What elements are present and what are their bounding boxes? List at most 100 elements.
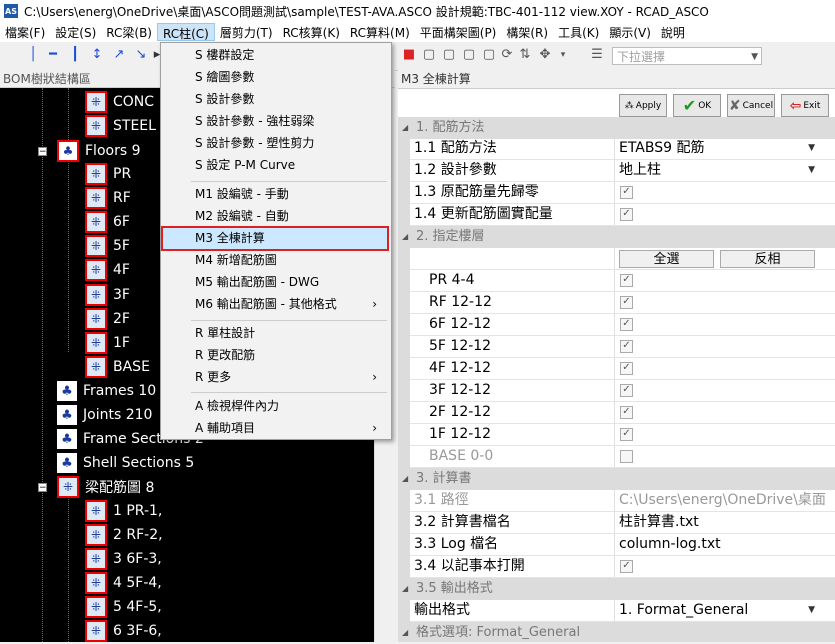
prop-value[interactable]: ETABS9 配筋 ▼ — [616, 138, 835, 159]
vertical-line-icon[interactable]: │ — [26, 48, 40, 62]
tree-node-floor[interactable]: ⁜ BASE — [85, 355, 150, 379]
tree-node-drawing[interactable]: ⁜ 2 RF-2, — [85, 523, 163, 547]
tree-node-drawing[interactable]: ⁜ 6 3F-6, — [85, 619, 162, 642]
apply-button[interactable]: ⁂ Apply — [619, 94, 667, 117]
tree-node-beam-drawings[interactable]: ⁜ 梁配筋圖 8 — [57, 475, 154, 499]
cube-front-icon[interactable]: ▢ — [422, 48, 436, 62]
diagonal-arrow-icon[interactable]: ↗ — [112, 48, 126, 62]
section-header[interactable]: ◢ 3.5 輸出格式 — [398, 578, 835, 600]
menu-item[interactable]: S 設計參數 - 塑性剪力 — [163, 133, 389, 154]
prop-row[interactable]: 3.4 以記事本打開 ✓ — [398, 556, 835, 578]
beam-icon[interactable]: ┃ — [68, 48, 82, 62]
checkbox[interactable]: ✓ — [620, 406, 633, 419]
menu-item[interactable]: R 更多 › — [163, 367, 389, 388]
menu-frame[interactable]: 構架(R) — [501, 23, 553, 41]
tree-node-floor[interactable]: ⁜ RF — [85, 186, 131, 210]
prop-value[interactable]: 柱計算書.txt — [616, 512, 835, 533]
cube-red-icon[interactable]: ■ — [402, 48, 416, 62]
cube-top-icon[interactable]: ▢ — [462, 48, 476, 62]
menu-rc-check[interactable]: RC核算(K) — [278, 23, 345, 41]
menu-item[interactable]: S 設定 P-M Curve — [163, 155, 389, 176]
prop-value[interactable]: 地上柱 ▼ — [616, 160, 835, 181]
menu-item[interactable]: A 輔助項目 › — [163, 418, 389, 439]
prop-row[interactable]: RF 12-12 ✓ — [398, 292, 835, 314]
prop-row[interactable]: 1.4 更新配筋圖實配量 ✓ — [398, 204, 835, 226]
menu-view[interactable]: 顯示(V) — [604, 23, 656, 41]
menu-item[interactable]: M1 設編號 - 手動 — [163, 184, 389, 205]
tree-node-conc[interactable]: ⁜ CONC — [85, 90, 154, 114]
prop-row[interactable]: 1.2 設計參數 地上柱 ▼ — [398, 160, 835, 182]
tree-node-joints[interactable]: ♣ Joints 210 — [57, 403, 152, 427]
tree-node-floors[interactable]: ♣ Floors 9 — [57, 139, 140, 163]
move-icon[interactable]: ✥ — [538, 48, 552, 62]
tree-node-floor[interactable]: ⁜ 6F — [85, 210, 130, 234]
sync-icon[interactable]: ⇅ — [518, 48, 532, 62]
select-all-button[interactable]: 全選 — [619, 250, 714, 268]
menu-tools[interactable]: 工具(K) — [553, 23, 604, 41]
checkbox[interactable]: ✓ — [620, 362, 633, 375]
prop-row[interactable]: 2F 12-12 ✓ — [398, 402, 835, 424]
tree-node-shell-sections[interactable]: ♣ Shell Sections 5 — [57, 451, 194, 475]
rotate-icon[interactable]: ⟳ — [500, 48, 514, 62]
prop-row[interactable]: 3.2 計算書檔名 柱計算書.txt — [398, 512, 835, 534]
menu-item[interactable]: M4 新增配筋圖 — [163, 250, 389, 271]
tree-node-drawing[interactable]: ⁜ 3 6F-3, — [85, 547, 162, 571]
menu-item[interactable]: R 單柱設計 — [163, 323, 389, 344]
prop-row[interactable]: 4F 12-12 ✓ — [398, 358, 835, 380]
menu-rc-beam[interactable]: RC梁(B) — [101, 23, 157, 41]
prop-row[interactable]: 輸出格式 1. Format_General ▼ — [398, 600, 835, 622]
section-header[interactable]: ◢ 格式選項: Format_General — [398, 622, 835, 642]
menu-item[interactable]: M5 輸出配筋圖 - DWG — [163, 272, 389, 293]
menu-item[interactable]: S 繪圖參數 — [163, 67, 389, 88]
checkbox[interactable]: ✓ — [620, 318, 633, 331]
menu-item[interactable]: A 檢視桿件內力 — [163, 396, 389, 417]
vertical-arrow-icon[interactable]: ↕ — [90, 48, 104, 62]
menu-help[interactable]: 說明 — [656, 23, 690, 41]
tree-node-drawing[interactable]: ⁜ 1 PR-1, — [85, 499, 162, 523]
exit-button[interactable]: ⇦ Exit — [781, 94, 829, 117]
menu-rc-quantity[interactable]: RC算料(M) — [345, 23, 415, 41]
chevron-down-icon[interactable]: ▾ — [556, 48, 570, 62]
tree-node-drawing[interactable]: ⁜ 5 4F-5, — [85, 595, 162, 619]
checkbox[interactable]: ✓ — [620, 186, 633, 199]
collapse-toggle[interactable]: − — [38, 147, 47, 157]
cancel-button[interactable]: ✘ Cancel — [727, 94, 775, 117]
collapse-toggle[interactable]: − — [38, 483, 47, 493]
menu-item[interactable]: M6 輸出配筋圖 - 其他格式 › — [163, 294, 389, 315]
horizontal-line-icon[interactable]: ━ — [46, 48, 60, 62]
checkbox[interactable]: ✓ — [620, 208, 633, 221]
prop-row[interactable]: 1F 12-12 ✓ — [398, 424, 835, 446]
prop-row[interactable]: 6F 12-12 ✓ — [398, 314, 835, 336]
menu-story-shear[interactable]: 層剪力(T) — [215, 23, 278, 41]
tree-node-floor[interactable]: ⁜ 5F — [85, 234, 130, 258]
tree-node-drawing[interactable]: ⁜ 4 5F-4, — [85, 571, 162, 595]
checkbox[interactable]: ✓ — [620, 428, 633, 441]
invert-button[interactable]: 反相 — [720, 250, 815, 268]
ok-button[interactable]: ✔ OK — [673, 94, 721, 117]
prop-value[interactable]: 1. Format_General ▼ — [616, 600, 835, 621]
cube-side-icon[interactable]: ▢ — [442, 48, 456, 62]
tree-node-frames[interactable]: ♣ Frames 10 — [57, 379, 156, 403]
toolbar-select[interactable]: 下拉選擇 ▼ — [612, 47, 762, 65]
section-header[interactable]: ◢ 2. 指定樓層 — [398, 226, 835, 248]
menu-item[interactable]: S 設計參數 - 強柱弱梁 — [163, 111, 389, 132]
tree-node-floor[interactable]: ⁜ 2F — [85, 307, 130, 331]
diagonal-line-icon[interactable]: ↘ — [134, 48, 148, 62]
checkbox[interactable]: ✓ — [620, 560, 633, 573]
menu-rc-column[interactable]: RC柱(C) — [156, 23, 215, 41]
prop-row[interactable]: 1.3 原配筋量先歸零 ✓ — [398, 182, 835, 204]
prop-row[interactable]: 5F 12-12 ✓ — [398, 336, 835, 358]
menu-settings[interactable]: 設定(S) — [50, 23, 101, 41]
prop-row[interactable]: 3F 12-12 ✓ — [398, 380, 835, 402]
checkbox[interactable]: ✓ — [620, 340, 633, 353]
prop-row[interactable]: 1.1 配筋方法 ETABS9 配筋 ▼ — [398, 138, 835, 160]
align-icon[interactable]: ☰ — [590, 48, 604, 62]
checkbox[interactable]: ✓ — [620, 274, 633, 287]
menu-plane-frame[interactable]: 平面構架圖(P) — [415, 23, 502, 41]
menu-item[interactable]: M2 設編號 - 自動 — [163, 206, 389, 227]
section-header[interactable]: ◢ 3. 計算書 — [398, 468, 835, 490]
prop-row[interactable]: PR 4-4 ✓ — [398, 270, 835, 292]
menu-item[interactable]: R 更改配筋 — [163, 345, 389, 366]
tree-node-floor[interactable]: ⁜ PR — [85, 162, 131, 186]
prop-row[interactable]: 3.3 Log 檔名 column-log.txt — [398, 534, 835, 556]
